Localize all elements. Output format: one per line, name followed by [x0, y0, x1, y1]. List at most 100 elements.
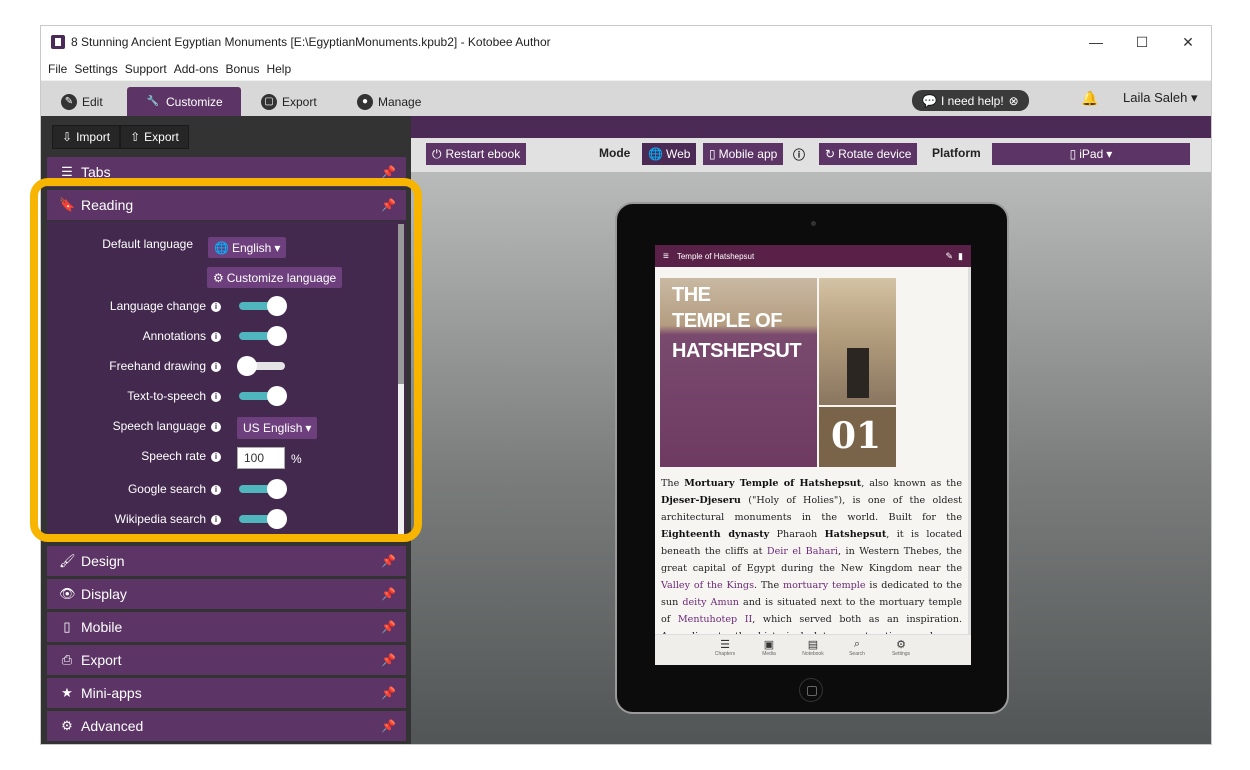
info-icon[interactable]: i	[211, 514, 221, 525]
customize-language-button[interactable]: ⚙ Customize language	[207, 267, 343, 288]
speech-rate-input[interactable]: 100	[237, 447, 285, 469]
pdf-icon: ⎙	[61, 652, 73, 667]
mobile-icon: ▯	[709, 147, 716, 161]
panel-miniapps[interactable]: ★ Mini-apps 📌	[47, 678, 406, 708]
bell-icon[interactable]: 🔔	[1081, 90, 1098, 107]
mode-label: Mode	[599, 146, 631, 160]
mode-web-label: Web	[665, 147, 691, 161]
export-icon: ▢	[261, 93, 277, 110]
user-menu[interactable]: Laila Saleh ▾	[1123, 90, 1197, 106]
mode-mobile-button[interactable]: ▯ Mobile app	[703, 143, 784, 165]
import-button[interactable]: ⇩ Import	[52, 125, 121, 149]
user-name: Laila Saleh	[1123, 90, 1188, 105]
info-icon[interactable]: i	[211, 361, 221, 372]
hamburger-icon[interactable]: ≡	[663, 251, 669, 262]
pin-icon[interactable]: 📌	[381, 554, 396, 568]
google-search-toggle[interactable]	[239, 479, 287, 499]
footer-media[interactable]: ▣ Media	[747, 635, 791, 665]
import-export-group: ⇩ Import ⇧ Export	[52, 125, 189, 149]
panel-tabs[interactable]: ☰ Tabs 📌	[47, 157, 406, 187]
language-change-toggle[interactable]	[239, 296, 287, 316]
speech-language-select[interactable]: US English ▾	[237, 417, 318, 439]
panel-advanced-label: Advanced	[81, 718, 144, 734]
panel-mobile[interactable]: ▯ Mobile 📌	[47, 612, 406, 642]
tab-export-label: Export	[282, 94, 317, 109]
tab-customize[interactable]: 🔧 Customize	[127, 87, 241, 116]
pin-icon[interactable]: 📌	[381, 719, 396, 733]
footer-notebook[interactable]: ▤ Notebook	[791, 635, 835, 665]
panel-export[interactable]: ⎙ Export 📌	[47, 645, 406, 675]
menu-bonus[interactable]: Bonus	[225, 62, 259, 76]
footer-settings[interactable]: ⚙ Settings	[879, 635, 923, 665]
google-search-row: Google search i	[81, 482, 221, 496]
default-language-select[interactable]: 🌐 English ▾	[208, 237, 287, 258]
footer-chapters[interactable]: ☰ Chapters	[703, 635, 747, 665]
close-button[interactable]: ✕	[1165, 26, 1211, 58]
info-icon[interactable]: i	[211, 451, 221, 462]
info-icon[interactable]: i	[211, 331, 221, 342]
pin-icon[interactable]: 📌	[381, 198, 396, 212]
help-button[interactable]: 💬 I need help! ⊗	[912, 90, 1029, 111]
platform-value: iPad	[1079, 147, 1104, 161]
menu-settings[interactable]: Settings	[74, 62, 117, 76]
hero-line3: HATSHEPSUT	[672, 340, 802, 362]
pin-icon[interactable]: 📌	[381, 653, 396, 667]
rotate-device-button[interactable]: ↻ Rotate device	[819, 143, 918, 165]
home-button[interactable]	[799, 678, 823, 702]
ebook-scrollbar[interactable]	[968, 267, 971, 634]
menu-addons[interactable]: Add-ons	[174, 62, 219, 76]
help-button-label: I need help!	[940, 93, 1004, 108]
list-icon: ☰	[61, 164, 73, 179]
info-icon[interactable]: i	[211, 391, 221, 402]
tab-export[interactable]: ▢ Export	[261, 87, 317, 116]
menu-help[interactable]: Help	[266, 62, 291, 76]
ebook-screen[interactable]: ≡ Temple of Hatshepsut ✎ ▮ THE TEMPLE OF…	[655, 245, 971, 665]
panel-reading[interactable]: 🔖 Reading 📌	[47, 190, 406, 220]
footer-search[interactable]: ⌕ Search	[835, 635, 879, 665]
panel-advanced[interactable]: ⚙ Advanced 📌	[47, 711, 406, 741]
pin-icon[interactable]: 📌	[381, 686, 396, 700]
menu-file[interactable]: File	[48, 62, 67, 76]
info-icon[interactable]: ⓘ	[793, 146, 805, 163]
restart-ebook-button[interactable]: ⏻ Restart ebook	[426, 143, 527, 165]
panel-mobile-label: Mobile	[81, 619, 123, 635]
import-icon: ⇩	[62, 130, 73, 144]
minimize-button[interactable]: —	[1073, 26, 1119, 58]
pin-icon[interactable]: 📌	[381, 620, 396, 634]
annotations-toggle[interactable]	[239, 326, 287, 346]
window-title: 8 Stunning Ancient Egyptian Monuments [E…	[71, 35, 551, 49]
eye-icon: 👁	[59, 586, 76, 601]
kotobee-logo-icon	[51, 35, 65, 49]
caret-down-icon: ▾	[305, 421, 312, 435]
freehand-drawing-label: Freehand drawing	[109, 359, 206, 373]
pin-icon[interactable]: 📌	[381, 587, 396, 601]
export-settings-label: Export	[144, 130, 179, 144]
panel-display[interactable]: 👁 Display 📌	[47, 579, 406, 609]
text-to-speech-toggle[interactable]	[239, 386, 287, 406]
info-icon[interactable]: i	[211, 301, 221, 312]
footer-media-label: Media	[762, 651, 776, 657]
pin-icon[interactable]: 📌	[381, 165, 396, 179]
info-icon[interactable]: i	[211, 421, 221, 432]
tab-edit[interactable]: ✎ Edit	[61, 87, 103, 116]
wikipedia-search-toggle[interactable]	[239, 509, 287, 529]
reading-panel-scrollbar[interactable]	[398, 224, 404, 534]
bookmark-icon[interactable]: ▮	[958, 251, 963, 261]
freehand-drawing-toggle[interactable]	[237, 356, 285, 376]
tab-manage[interactable]: ● Manage	[357, 87, 421, 116]
hero-image: THE TEMPLE OF HATSHEPSUT	[660, 278, 817, 467]
footer-chapters-label: Chapters	[714, 651, 736, 657]
maximize-button[interactable]: ☐	[1119, 26, 1165, 58]
footer-search-label: Search	[849, 651, 865, 657]
export-settings-button[interactable]: ⇧ Export	[120, 125, 189, 149]
doorway-shape	[847, 348, 869, 398]
platform-select[interactable]: ▯ iPad ▾	[992, 143, 1190, 165]
menu-support[interactable]: Support	[125, 62, 167, 76]
gear-icon: ⚙	[896, 639, 906, 651]
scrollbar-thumb[interactable]	[398, 224, 404, 384]
toggle-knob	[237, 356, 257, 376]
info-icon[interactable]: i	[211, 484, 221, 495]
panel-design[interactable]: 🖌 Design 📌	[47, 546, 406, 576]
mode-web-button[interactable]: 🌐 Web	[642, 143, 697, 165]
edit-note-icon[interactable]: ✎	[945, 251, 953, 261]
